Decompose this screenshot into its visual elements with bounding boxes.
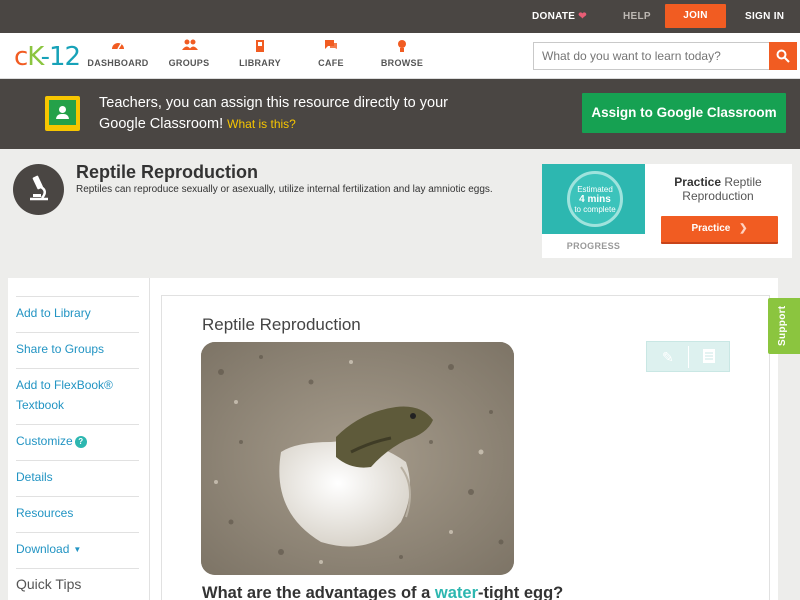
support-tab[interactable]: Support [768, 298, 800, 354]
nav-browse[interactable]: BROWSE [367, 39, 437, 68]
estimate-line1: Estimated [577, 185, 613, 194]
nav-cafe[interactable]: CAFE [296, 39, 366, 68]
groups-icon [182, 39, 198, 53]
search-input[interactable] [533, 42, 770, 70]
what-is-this-link[interactable]: What is this? [227, 117, 296, 131]
practice-card: Estimated 4 mins to complete PROGRESS Pr… [542, 164, 792, 258]
ck12-logo[interactable]: cK-12 [14, 42, 81, 72]
nav-groups[interactable]: GROUPS [154, 39, 224, 68]
question-after: -tight egg? [478, 584, 564, 600]
google-classroom-icon [45, 96, 80, 131]
banner-message: Teachers, you can assign this resource d… [99, 93, 459, 135]
google-classroom-banner: Teachers, you can assign this resource d… [0, 79, 800, 149]
quick-tips-heading[interactable]: Quick Tips [16, 576, 81, 592]
cafe-icon [324, 39, 338, 53]
dashboard-icon [111, 39, 125, 53]
nav-browse-label: BROWSE [380, 58, 424, 68]
assign-to-google-classroom-button[interactable]: Assign to Google Classroom [582, 93, 786, 133]
help-link[interactable]: HELP [623, 0, 651, 33]
progress-tile[interactable]: Estimated 4 mins to complete [542, 164, 645, 234]
sidebar-item-details[interactable]: Details [16, 460, 139, 487]
practice-button[interactable]: Practice ❯ [661, 216, 778, 244]
question-keyword-link[interactable]: water [435, 584, 478, 600]
article-question: What are the advantages of a water-tight… [202, 584, 563, 600]
question-before: What are the advantages of a [202, 584, 435, 600]
article-tools: ✎ [646, 341, 730, 372]
logo-12: -12 [40, 42, 81, 72]
resource-sidebar: Add to Library Share to Groups Add to Fl… [8, 278, 150, 600]
nav-dashboard[interactable]: DASHBOARD [83, 39, 153, 68]
support-label: Support [777, 305, 788, 346]
download-label: Download [16, 542, 70, 556]
donate-label: DONATE [532, 11, 576, 22]
search-icon [776, 49, 790, 63]
logo-k: K [27, 42, 41, 72]
top-utility-bar: DONATE ❤ HELP JOIN SIGN IN [0, 0, 800, 33]
estimate-line3: to complete [574, 205, 616, 214]
nav-library-label: LIBRARY [239, 58, 281, 68]
estimate-mins: 4 mins [579, 194, 611, 205]
caret-down-icon: ▼ [73, 545, 82, 554]
sidebar-item-resources[interactable]: Resources [16, 496, 139, 523]
article-title: Reptile Reproduction [202, 315, 361, 334]
hatching-lizard-image [201, 342, 514, 575]
chevron-right-icon: ❯ [739, 223, 748, 234]
sidebar-item-customize[interactable]: Customize? [16, 424, 139, 451]
sidebar-item-add-to-library[interactable]: Add to Library [16, 296, 139, 323]
sidebar-item-download[interactable]: Download ▼ [16, 532, 139, 560]
practice-title-bold: Practice [674, 175, 721, 189]
nav-dashboard-label: DASHBOARD [87, 58, 149, 68]
logo-c: c [14, 42, 28, 72]
join-button[interactable]: JOIN [665, 4, 726, 28]
nav-cafe-label: CAFE [318, 58, 344, 68]
library-icon [253, 39, 267, 53]
main-navbar: cK-12 DASHBOARD GROUPS LIBRARY CAFE BROW… [0, 33, 800, 79]
nav-library[interactable]: LIBRARY [225, 39, 295, 68]
pencil-icon[interactable]: ✎ [662, 349, 674, 366]
sidebar-divider [16, 568, 139, 569]
nav-groups-label: GROUPS [168, 58, 210, 68]
resource-description: Reptiles can reproduce sexually or asexu… [76, 184, 493, 195]
microscope-icon [13, 164, 64, 215]
heart-icon: ❤ [578, 11, 587, 22]
progress-label: PROGRESS [566, 241, 621, 251]
help-icon[interactable]: ? [74, 436, 87, 448]
practice-button-label: Practice [691, 223, 731, 234]
estimated-time-ring: Estimated 4 mins to complete [567, 171, 623, 227]
sidebar-item-add-to-flexbook[interactable]: Add to FlexBook® Textbook [16, 368, 139, 415]
browse-icon [395, 39, 409, 53]
customize-label: Customize [16, 434, 73, 448]
practice-title: Practice Reptile Reproduction [652, 175, 784, 203]
resource-title: Reptile Reproduction [76, 162, 259, 182]
notes-icon[interactable] [702, 348, 716, 369]
sidebar-item-share-to-groups[interactable]: Share to Groups [16, 332, 139, 359]
donate-link[interactable]: DONATE ❤ [532, 0, 587, 33]
search-button[interactable] [769, 42, 797, 70]
sign-in-link[interactable]: SIGN IN [745, 0, 784, 33]
